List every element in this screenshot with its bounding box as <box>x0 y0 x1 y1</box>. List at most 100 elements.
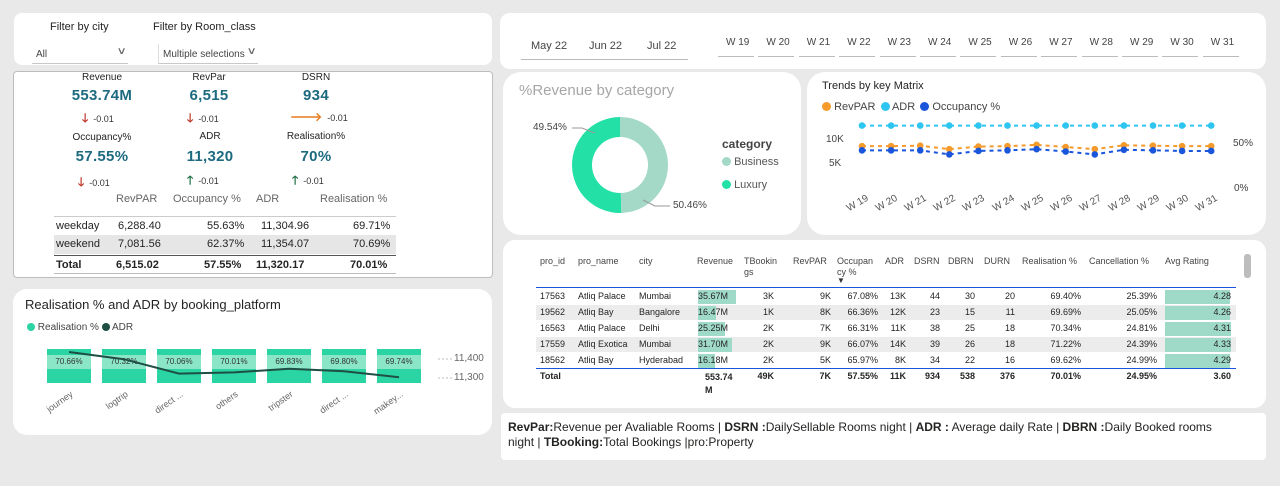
data-point[interactable] <box>1004 122 1011 129</box>
data-point[interactable] <box>916 122 924 129</box>
data-point[interactable] <box>1091 151 1099 158</box>
legend-dot-icon <box>722 157 731 166</box>
data-point[interactable] <box>1033 145 1040 153</box>
adr-axis-tick-1: 11,400 <box>454 353 484 364</box>
sort-desc-icon[interactable]: ▼ <box>837 276 845 285</box>
data-point[interactable] <box>1178 147 1186 155</box>
data-point[interactable] <box>1062 122 1069 129</box>
table-cell: 1K <box>762 307 774 317</box>
trends-legend: RevPAR ADR Occupancy % <box>822 101 1000 113</box>
week-underline <box>1162 56 1199 57</box>
week-option[interactable]: W 25 <box>968 37 991 48</box>
table-cell: Atliq Palace <box>578 291 626 301</box>
month-option[interactable]: May 22 <box>531 40 567 52</box>
column-header[interactable]: TBookin gs <box>744 256 780 278</box>
week-option[interactable]: W 31 <box>1211 37 1234 48</box>
table-cell: 24.99% <box>1126 355 1157 365</box>
week-underline <box>920 56 956 57</box>
table-cell: 16 <box>1004 355 1015 365</box>
table-cell: Atliq Exotica <box>578 339 628 349</box>
column-header[interactable]: city <box>639 256 653 267</box>
trends-title: Trends by key Matrix <box>822 80 924 92</box>
week-option[interactable]: W 20 <box>766 37 789 48</box>
legend-dot-icon <box>722 180 731 189</box>
table-cell: 25.05% <box>1126 307 1157 317</box>
week-option[interactable]: W 19 <box>726 37 749 48</box>
month-option[interactable]: Jun 22 <box>589 40 622 52</box>
column-header[interactable]: Cancellation % <box>1089 256 1149 267</box>
data-point[interactable] <box>946 151 953 158</box>
table-cell: 69.69% <box>1050 307 1081 317</box>
data-point[interactable] <box>858 147 866 154</box>
donut-legend-title: category <box>722 137 773 151</box>
data-point[interactable] <box>1120 146 1128 154</box>
week-option[interactable]: W 27 <box>1049 37 1072 48</box>
data-point[interactable] <box>1207 122 1215 129</box>
column-header[interactable]: ADR <box>885 256 904 267</box>
week-underline <box>839 56 876 57</box>
column-header[interactable]: pro_name <box>578 256 619 267</box>
table-cell: Atliq Bay <box>578 355 614 365</box>
table-cell: 18562 <box>540 355 566 365</box>
data-point[interactable] <box>1149 122 1157 129</box>
table-cell: 71.22% <box>1050 339 1081 349</box>
table-cell: 24.39% <box>1126 339 1157 349</box>
data-point[interactable] <box>1091 122 1099 129</box>
column-header[interactable]: RevPAR <box>793 256 827 267</box>
table-header-divider <box>536 287 1236 288</box>
week-option[interactable]: W 21 <box>807 37 830 48</box>
table-cell: Delhi <box>639 323 660 333</box>
data-point[interactable] <box>975 122 982 129</box>
column-header[interactable]: DURN <box>984 256 1010 267</box>
glossary-text: RevPar:Revenue per Avaliable Rooms | DSR… <box>508 420 1212 449</box>
table-cell: 19562 <box>540 307 566 317</box>
data-point[interactable] <box>1149 147 1157 154</box>
legend-dot-icon <box>880 102 890 111</box>
column-header[interactable]: Avg Rating <box>1165 256 1209 267</box>
data-point[interactable] <box>1004 147 1011 154</box>
column-header[interactable]: DSRN <box>914 256 940 267</box>
table-cell: 4.26 <box>1213 307 1231 317</box>
data-point[interactable] <box>1207 147 1215 155</box>
table-cell: 17559 <box>540 339 566 349</box>
table-cell: 69.62% <box>1050 355 1081 365</box>
donut-label-luxury: 50.46% <box>673 200 707 211</box>
week-option[interactable]: W 28 <box>1090 37 1113 48</box>
table-cell: Mumbai <box>639 339 672 349</box>
data-point[interactable] <box>975 147 982 155</box>
column-header[interactable]: pro_id <box>540 256 565 267</box>
month-option[interactable]: Jul 22 <box>647 40 676 52</box>
data-point[interactable] <box>1033 122 1040 129</box>
column-header[interactable]: Realisation % <box>1022 256 1077 267</box>
table-cell: Mumbai <box>639 291 672 301</box>
data-point[interactable] <box>946 122 953 129</box>
data-point[interactable] <box>887 147 895 154</box>
week-option[interactable]: W 26 <box>1009 37 1032 48</box>
donut-legend-luxury: Luxury <box>722 179 767 191</box>
column-header[interactable]: Occupan cy % <box>837 256 873 278</box>
week-underline <box>1081 56 1118 57</box>
data-point[interactable] <box>916 147 924 154</box>
data-point[interactable] <box>1178 122 1186 129</box>
data-point[interactable] <box>1062 148 1069 155</box>
week-option[interactable]: W 22 <box>847 37 870 48</box>
week-option[interactable]: W 30 <box>1170 37 1193 48</box>
data-point[interactable] <box>1120 122 1128 129</box>
data-point[interactable] <box>858 122 866 129</box>
column-header[interactable]: Revenue <box>697 256 733 267</box>
week-option[interactable]: W 24 <box>928 37 951 48</box>
table-cell: 4.33 <box>1213 339 1231 349</box>
week-underline <box>879 56 916 57</box>
table-scrollbar[interactable] <box>1244 254 1251 278</box>
adr-series-line <box>68 351 400 379</box>
column-header[interactable]: DBRN <box>948 256 974 267</box>
donut-label-business: 49.54% <box>533 122 567 133</box>
total-cell: 49K <box>757 371 774 381</box>
data-point[interactable] <box>887 122 895 129</box>
table-cell: Atliq Bay <box>578 307 614 317</box>
week-option[interactable]: W 23 <box>888 37 911 48</box>
total-cell: 376 <box>999 371 1015 381</box>
week-underline <box>1000 56 1037 57</box>
donut-legend-business: Business <box>722 156 779 168</box>
week-option[interactable]: W 29 <box>1130 37 1153 48</box>
